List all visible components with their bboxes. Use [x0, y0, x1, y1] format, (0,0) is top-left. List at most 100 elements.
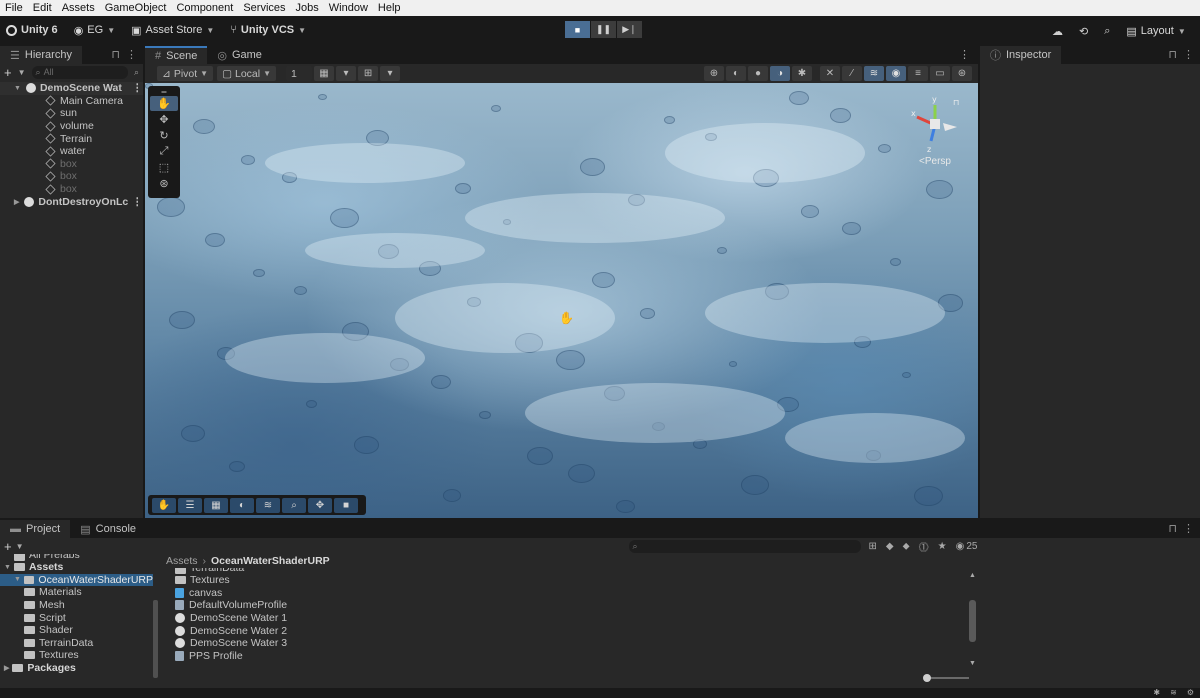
project-tree-item[interactable]: Shader [0, 624, 153, 637]
menu-item-component[interactable]: Component [171, 2, 238, 14]
snap-dropdown-icon[interactable]: ▾ [336, 66, 357, 81]
layers-tool-icon[interactable]: ≋ [256, 497, 280, 513]
project-tree-item[interactable]: Script [0, 611, 153, 624]
scale-tool-icon[interactable]: ⤢ [150, 144, 178, 159]
visibility-icon[interactable]: ◉ [886, 66, 906, 81]
project-search-input[interactable]: ⌕ [628, 539, 861, 553]
transform-tool-icon[interactable]: ⊛ [150, 176, 178, 191]
bug-icon[interactable]: ✱ [1153, 688, 1160, 697]
layers-icon[interactable]: ≡ [908, 66, 928, 81]
menu-item-edit[interactable]: Edit [28, 2, 57, 14]
settings-icon[interactable]: ⚙ [1187, 688, 1194, 697]
scroll-down-icon[interactable]: ▼ [969, 660, 976, 667]
orientation-gizmo[interactable]: y x z ⊓ <Persp [905, 93, 965, 168]
search-filter-icon[interactable]: ⌕ [134, 67, 139, 78]
zoom-slider-handle[interactable] [923, 674, 931, 682]
collapse-arrow-icon[interactable]: ▶ [14, 198, 19, 206]
menu-item-gameobject[interactable]: GameObject [100, 2, 172, 14]
align-tool-icon[interactable]: ☰ [178, 497, 202, 513]
project-tree-item[interactable]: ▼ OceanWaterShaderURP [0, 573, 153, 587]
project-file-item[interactable]: canvas [175, 587, 980, 600]
hierarchy-item[interactable]: Main Camera [0, 95, 143, 108]
stop-button[interactable]: ■ [565, 21, 590, 38]
tab-inspector[interactable]: ⓘ Inspector [980, 46, 1062, 64]
hand-tool-icon[interactable]: ✋ [150, 96, 178, 111]
menu-item-assets[interactable]: Assets [57, 2, 100, 14]
chevron-down-icon[interactable]: ▼ [18, 68, 26, 77]
debug-icon[interactable]: ✱ [792, 66, 812, 81]
project-file-item[interactable]: DefaultVolumeProfile [175, 599, 980, 612]
pause-button[interactable]: ❚❚ [591, 21, 616, 38]
search-by-type-icon[interactable]: ⊞ [869, 541, 877, 552]
search-icon[interactable]: ⌕ [1104, 25, 1110, 38]
step-button[interactable]: ▶❘ [617, 21, 642, 38]
move-tool-icon[interactable]: ✥ [150, 112, 178, 127]
expand-arrow-icon[interactable]: ▼ [14, 85, 21, 92]
lock-icon[interactable]: ⊓ [1168, 48, 1177, 61]
lock-icon[interactable]: ⊓ [111, 48, 120, 61]
collapse-arrow-icon[interactable]: ▶ [4, 664, 9, 672]
menu-item-help[interactable]: Help [373, 2, 406, 14]
lighting-toggle-icon[interactable]: ✕ [820, 66, 840, 81]
hierarchy-scene-row[interactable]: ▶ DontDestroyOnLc ⋮ [0, 195, 143, 208]
unity-account-button[interactable]: Unity 6 [0, 20, 66, 40]
layers-icon[interactable]: ≋ [1170, 688, 1177, 697]
increment-snap-icon[interactable]: ⊞ [358, 66, 379, 81]
hierarchy-search-input[interactable]: ⌕ All [31, 65, 128, 79]
expand-arrow-icon[interactable]: ▼ [14, 576, 21, 583]
projection-label[interactable]: <Persp [905, 156, 965, 167]
hierarchy-item[interactable]: water [0, 145, 143, 158]
move-view-icon[interactable]: ✥ [308, 497, 332, 513]
effects-icon[interactable]: ≋ [864, 66, 884, 81]
chevron-down-icon[interactable]: ▼ [16, 542, 24, 551]
project-tree-item[interactable]: All Prefabs [0, 554, 153, 561]
more-icon[interactable]: ⋮ [1183, 522, 1194, 535]
account-dropdown[interactable]: ◉ EG ▼ [66, 20, 123, 40]
shaded-wireframe-icon[interactable]: ◑ [770, 66, 790, 81]
vcs-dropdown[interactable]: ⑂ Unity VCS ▼ [222, 20, 314, 40]
breadcrumb-assets[interactable]: Assets [166, 555, 198, 567]
local-dropdown[interactable]: ▢ Local ▼ [217, 66, 277, 81]
wireframe-icon[interactable]: ◐ [726, 66, 746, 81]
project-file-item[interactable]: DemoScene Water 3 [175, 637, 980, 650]
hierarchy-item[interactable]: sun [0, 107, 143, 120]
more-icon[interactable]: ⋮ [132, 82, 143, 94]
cloud-icon[interactable]: ☁ [1052, 25, 1063, 38]
hierarchy-item[interactable]: box [0, 158, 143, 171]
hand-tool-icon[interactable]: ✋ [152, 497, 176, 513]
more-icon[interactable]: ⋮ [1183, 48, 1194, 61]
filter-type-icon[interactable]: ◆ [886, 541, 894, 552]
menu-item-jobs[interactable]: Jobs [291, 2, 324, 14]
camera-tool-icon[interactable]: ■ [334, 497, 358, 513]
gizmos-icon[interactable]: ⊛ [952, 66, 972, 81]
favorite-icon[interactable]: ★ [938, 541, 947, 552]
project-tree-item[interactable]: Materials [0, 586, 153, 599]
scroll-up-icon[interactable]: ▲ [969, 572, 976, 579]
snap-settings-icon[interactable]: ▾ [380, 66, 401, 81]
history-icon[interactable]: ⟲ [1079, 25, 1088, 38]
project-tree-item[interactable]: Textures [0, 649, 153, 662]
rect-tool-icon[interactable]: ⬚ [150, 160, 178, 175]
grid-icon[interactable]: ▦ [314, 66, 335, 81]
camera-icon[interactable]: ▭ [930, 66, 950, 81]
layout-dropdown[interactable]: ▤ Layout ▼ [1126, 21, 1185, 41]
light-tool-icon[interactable]: ◐ [230, 497, 254, 513]
error-icon[interactable]: ⓵ [919, 539, 929, 554]
scene-viewport[interactable]: ═ ✋ ✥ ↻ ⤢ ⬚ ⊛ y x z ⊓ <Persp ✋ ✋ ☰ ▦ ◐ ≋… [145, 83, 978, 518]
grid-tool-icon[interactable]: ▦ [204, 497, 228, 513]
add-icon[interactable]: + [4, 65, 12, 80]
project-tree-item[interactable]: ▶ Packages [0, 662, 153, 675]
zoom-tool-icon[interactable]: ⌕ [282, 497, 306, 513]
rotate-tool-icon[interactable]: ↻ [150, 128, 178, 143]
more-icon[interactable]: ⋮ [126, 48, 137, 61]
hidden-count[interactable]: ◉ 25 [956, 541, 978, 552]
shaded-icon[interactable]: ● [748, 66, 768, 81]
hierarchy-item[interactable]: box [0, 170, 143, 183]
tools-grip-icon[interactable]: ═ [150, 89, 178, 96]
file-scrollbar[interactable] [969, 600, 976, 642]
zoom-slider[interactable] [923, 674, 969, 682]
orientation-icon[interactable]: ⊕ [704, 66, 724, 81]
menu-item-file[interactable]: File [0, 2, 28, 14]
hierarchy-scene-row[interactable]: ▼ DemoScene Wat ⋮ [0, 82, 143, 95]
hierarchy-item[interactable]: Terrain [0, 132, 143, 145]
